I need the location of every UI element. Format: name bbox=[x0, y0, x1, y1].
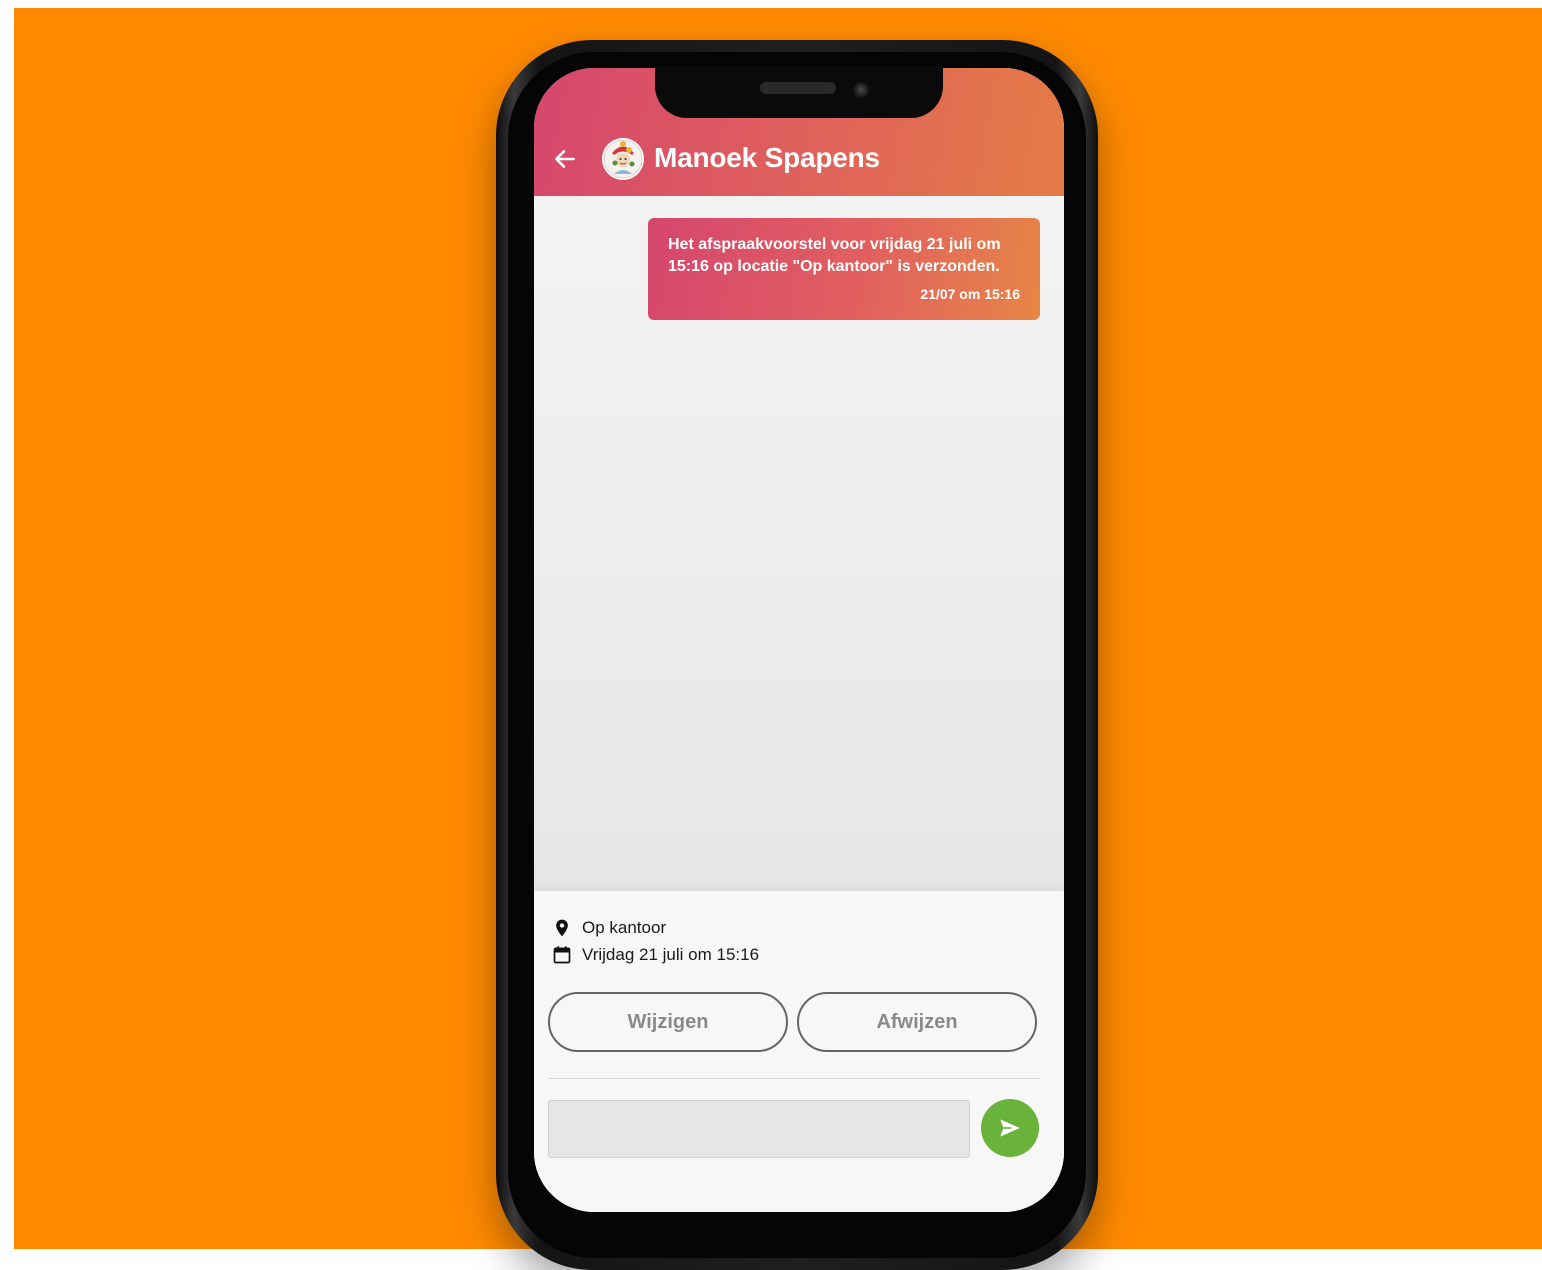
change-button[interactable]: Wijzigen bbox=[548, 992, 788, 1052]
contact-name: Manoek Spapens bbox=[654, 142, 880, 173]
message-input[interactable] bbox=[548, 1100, 970, 1158]
map-pin-icon bbox=[556, 919, 568, 937]
message-list: Het afspraakvoorstel voor vrijdag 21 jul… bbox=[534, 196, 1064, 891]
avatar-icon[interactable] bbox=[602, 138, 644, 180]
decline-button[interactable]: Afwijzen bbox=[797, 992, 1037, 1052]
message-bubble: Het afspraakvoorstel voor vrijdag 21 jul… bbox=[648, 218, 1040, 320]
message-timestamp: 21/07 om 15:16 bbox=[920, 286, 1020, 302]
divider bbox=[548, 1078, 1040, 1079]
appointment-datetime: Vrijdag 21 juli om 15:16 bbox=[552, 945, 759, 965]
location-text: Op kantoor bbox=[582, 918, 667, 937]
datetime-text: Vrijdag 21 juli om 15:16 bbox=[582, 945, 760, 964]
front-camera bbox=[853, 82, 869, 98]
appointment-panel: Op kantoor Vrijdag 21 juli om 15:16 Wijz… bbox=[534, 891, 1064, 1212]
send-button[interactable] bbox=[981, 1099, 1039, 1157]
appointment-location: Op kantoor bbox=[552, 918, 666, 938]
send-icon bbox=[1000, 1119, 1020, 1137]
arrow-left-icon[interactable] bbox=[552, 146, 578, 172]
message-text: Het afspraakvoorstel voor vrijdag 21 jul… bbox=[668, 236, 1001, 275]
calendar-icon bbox=[553, 946, 571, 964]
phone-screen: Manoek Spapens Het afspraakvoorstel voor… bbox=[534, 68, 1064, 1212]
speaker-grille bbox=[760, 82, 836, 94]
